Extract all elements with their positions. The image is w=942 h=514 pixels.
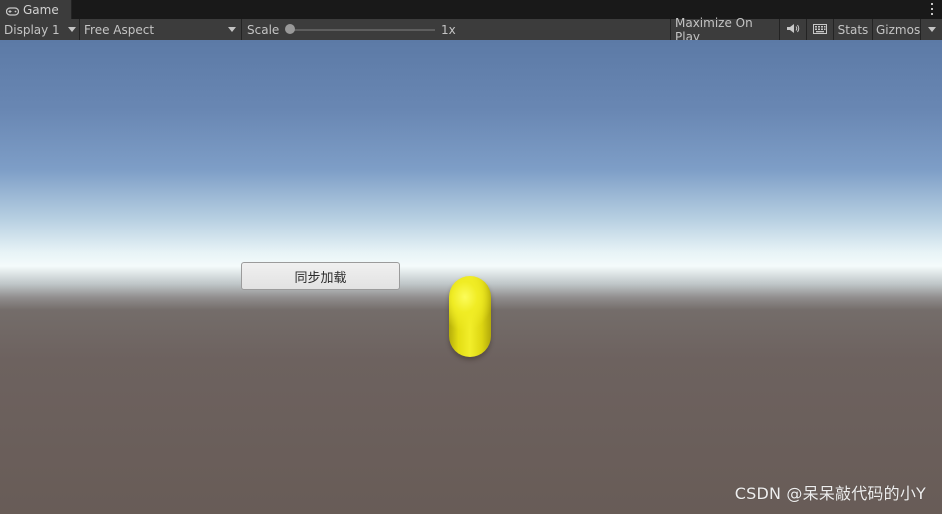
- scale-slider-handle[interactable]: [285, 24, 295, 34]
- chevron-down-icon: [228, 27, 236, 32]
- aspect-label: Free Aspect: [84, 22, 155, 37]
- sync-load-button[interactable]: 同步加载: [241, 262, 400, 290]
- display-label: Display 1: [4, 22, 60, 37]
- tab-game[interactable]: Game: [0, 0, 72, 19]
- gizmos-dropdown[interactable]: [921, 19, 942, 40]
- gamepad-icon: [5, 5, 20, 16]
- kebab-menu-icon[interactable]: [930, 3, 934, 15]
- gizmos-toggle[interactable]: Gizmos: [873, 19, 921, 40]
- aspect-dropdown[interactable]: Free Aspect: [80, 19, 242, 40]
- scale-slider-track[interactable]: [290, 29, 435, 31]
- scale-label: Scale: [247, 22, 280, 37]
- scale-value: 1x: [441, 22, 456, 37]
- gizmos-label: Gizmos: [876, 22, 921, 37]
- game-viewport[interactable]: 同步加载 CSDN @呆呆敲代码的小Y: [0, 40, 942, 514]
- chevron-down-icon: [68, 27, 76, 32]
- chevron-down-icon: [928, 27, 936, 32]
- maximize-on-play-toggle[interactable]: Maximize On Play: [670, 16, 780, 44]
- speaker-icon: [786, 23, 800, 37]
- shortcuts-toggle[interactable]: [807, 19, 834, 40]
- stats-toggle[interactable]: Stats: [834, 19, 873, 40]
- tab-bar: Game: [0, 0, 942, 20]
- display-dropdown[interactable]: Display 1: [0, 19, 80, 40]
- sync-load-label: 同步加载: [294, 270, 347, 286]
- tab-title: Game: [23, 2, 59, 17]
- mute-audio-toggle[interactable]: [780, 19, 807, 40]
- game-toolbar: Display 1 Free Aspect Scale 1x Maximize …: [0, 16, 942, 44]
- yellow-capsule: [449, 276, 491, 357]
- keyboard-icon: [813, 23, 827, 37]
- watermark: CSDN @呆呆敲代码的小Y: [734, 484, 926, 503]
- stats-label: Stats: [837, 22, 869, 37]
